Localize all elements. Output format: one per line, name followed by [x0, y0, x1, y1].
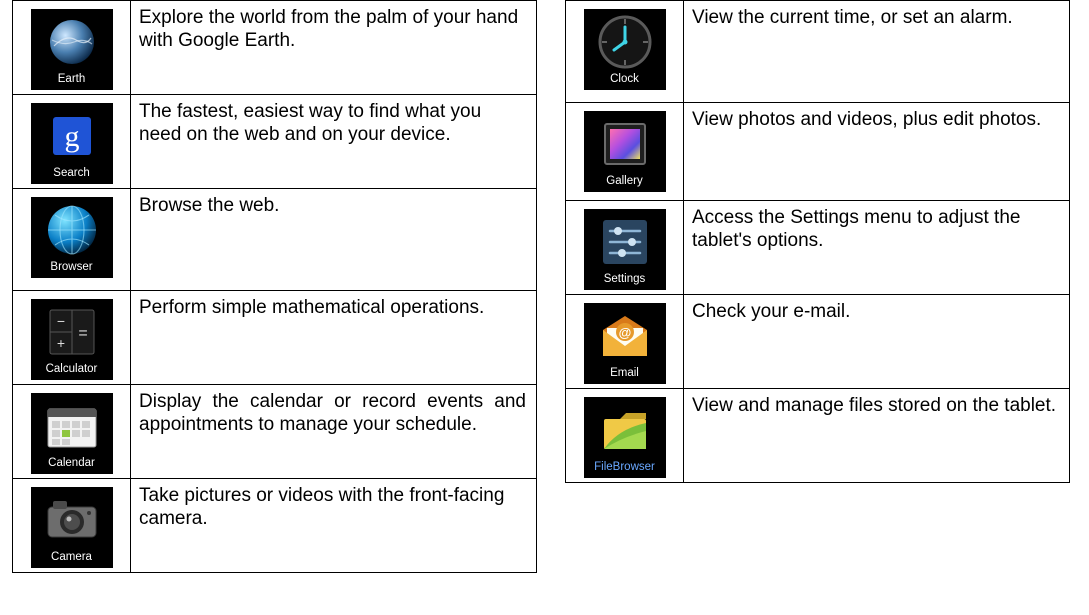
app-label: Camera [51, 552, 92, 564]
app-tile-filebrowser: FileBrowser [584, 397, 666, 478]
svg-text:=: = [78, 325, 87, 342]
svg-text:@: @ [618, 325, 631, 340]
calendar-icon [44, 398, 100, 454]
app-tile-calendar: Calendar [31, 393, 113, 474]
table-row: Earth Explore the world from the palm of… [13, 1, 537, 95]
gallery-icon [597, 116, 653, 172]
earth-icon [44, 14, 100, 70]
table-row: Settings Access the Settings menu to adj… [566, 201, 1070, 295]
app-description: Check your e-mail. [692, 301, 850, 322]
app-label: Email [610, 368, 639, 380]
app-tile-calculator: − + = Calculator [31, 299, 113, 380]
app-label: Clock [610, 74, 639, 86]
app-description: Display the calendar or record events an… [139, 391, 526, 435]
svg-text:g: g [64, 120, 79, 153]
table-row: FileBrowser View and manage files stored… [566, 389, 1070, 483]
app-description: View the current time, or set an alarm. [692, 7, 1013, 28]
app-tile-settings: Settings [584, 209, 666, 290]
app-tile-search: g Search [31, 103, 113, 184]
apps-table-right: Clock View the current time, or set an a… [565, 0, 1070, 483]
app-label: Browser [50, 262, 92, 274]
table-row: g Search The fastest, easiest way to fin… [13, 95, 537, 189]
app-tile-gallery: Gallery [584, 111, 666, 192]
filebrowser-icon [597, 402, 653, 458]
app-label: Calculator [46, 364, 98, 376]
table-row: Calendar Display the calendar or record … [13, 385, 537, 479]
app-label: Calendar [48, 458, 95, 470]
search-icon: g [44, 108, 100, 164]
app-description: View photos and videos, plus edit photos… [692, 109, 1041, 130]
app-label: Search [53, 168, 89, 180]
app-description: Explore the world from the palm of your … [139, 7, 518, 51]
app-tile-clock: Clock [584, 9, 666, 90]
table-row: Gallery View photos and videos, plus edi… [566, 103, 1070, 201]
app-description: Take pictures or videos with the front-f… [139, 485, 504, 529]
table-row: − + = Calculator Perform simple mathemat… [13, 291, 537, 385]
app-description: Browse the web. [139, 195, 279, 216]
app-tile-email: @ Email [584, 303, 666, 384]
app-description: Access the Settings menu to adjust the t… [692, 207, 1020, 251]
app-description: The fastest, easiest way to find what yo… [139, 101, 481, 145]
table-row: Clock View the current time, or set an a… [566, 1, 1070, 103]
browser-icon [44, 202, 100, 258]
app-label: Gallery [606, 176, 642, 188]
table-row: Browser Browse the web. [13, 189, 537, 291]
calculator-icon: − + = [44, 304, 100, 360]
clock-icon [597, 14, 653, 70]
settings-icon [597, 214, 653, 270]
svg-text:−: − [56, 313, 64, 329]
app-tile-browser: Browser [31, 197, 113, 278]
apps-table-left: Earth Explore the world from the palm of… [12, 0, 537, 573]
app-tile-earth: Earth [31, 9, 113, 90]
email-icon: @ [597, 308, 653, 364]
app-label: FileBrowser [594, 462, 655, 474]
app-description: Perform simple mathematical operations. [139, 297, 484, 318]
app-label: Settings [604, 274, 646, 286]
app-label: Earth [58, 74, 86, 86]
app-tile-camera: Camera [31, 487, 113, 568]
table-row: Camera Take pictures or videos with the … [13, 479, 537, 573]
camera-icon [44, 492, 100, 548]
svg-text:+: + [56, 335, 64, 351]
app-description: View and manage files stored on the tabl… [692, 395, 1056, 416]
table-row: @ Email Check your e-mail. [566, 295, 1070, 389]
